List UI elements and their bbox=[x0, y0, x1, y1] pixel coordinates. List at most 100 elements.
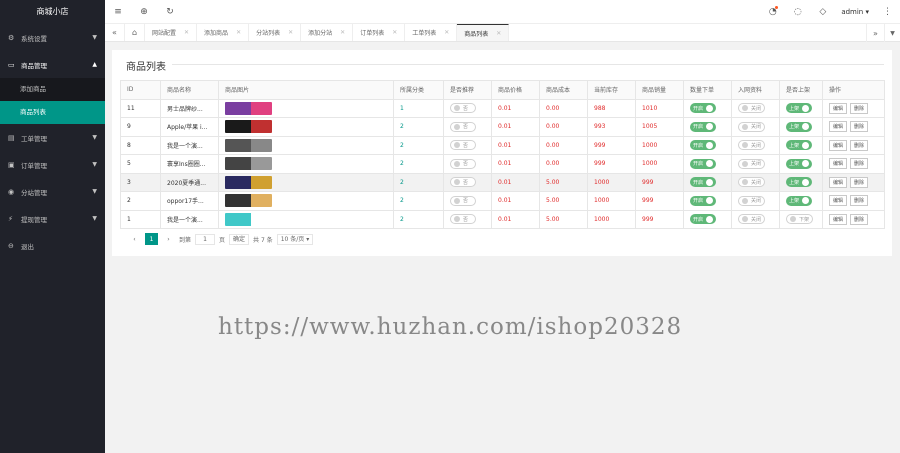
edit-button[interactable]: 编辑 bbox=[829, 139, 848, 151]
tab-scroll-right-icon[interactable]: » bbox=[866, 24, 884, 42]
delete-button[interactable]: 删除 bbox=[850, 139, 869, 151]
recommend-switch[interactable]: 否 bbox=[450, 195, 476, 206]
close-icon[interactable]: ✕ bbox=[340, 29, 345, 36]
home-icon[interactable]: ⌂ bbox=[125, 24, 145, 41]
recommend-switch[interactable]: 否 bbox=[450, 140, 476, 151]
network-switch[interactable]: 关闭 bbox=[738, 214, 766, 225]
close-icon[interactable]: ✕ bbox=[392, 29, 397, 36]
qty-order-switch[interactable]: 开启 bbox=[690, 103, 717, 114]
listed-switch[interactable]: 下架 bbox=[786, 214, 814, 225]
product-thumbnail[interactable] bbox=[225, 157, 272, 171]
delete-button[interactable]: 删除 bbox=[850, 195, 869, 207]
close-icon[interactable]: ✕ bbox=[236, 29, 241, 36]
goto-confirm-button[interactable]: 确定 bbox=[229, 233, 250, 245]
delete-button[interactable]: 删除 bbox=[850, 102, 869, 114]
table-row[interactable]: 9 Apple/苹果 i... 2 否 0.01 0.00 993 1005 开启 关闭 上架 编辑删… bbox=[120, 117, 885, 137]
tab-ticket-list[interactable]: 工单列表 ✕ bbox=[405, 24, 458, 41]
qty-order-switch[interactable]: 开启 bbox=[690, 158, 717, 169]
menu-toggle-icon[interactable]: ≡ bbox=[105, 7, 131, 17]
more-vertical-icon[interactable]: ⋮ bbox=[875, 7, 900, 17]
prev-page-button[interactable]: ‹ bbox=[128, 233, 141, 245]
qty-order-switch[interactable]: 开启 bbox=[690, 121, 717, 132]
product-thumbnail[interactable] bbox=[225, 120, 272, 134]
qty-order-switch[interactable]: 开启 bbox=[690, 195, 717, 206]
listed-switch[interactable]: 上架 bbox=[786, 158, 813, 169]
recommend-switch[interactable]: 否 bbox=[450, 103, 476, 114]
tab-substation-list[interactable]: 分站列表 ✕ bbox=[249, 24, 302, 41]
chevron-down-icon[interactable]: ▼ bbox=[884, 24, 900, 42]
network-switch[interactable]: 关闭 bbox=[738, 177, 766, 188]
listed-switch[interactable]: 上架 bbox=[786, 140, 813, 151]
per-page-select[interactable]: 10 条/页 ▾ bbox=[276, 233, 314, 245]
close-icon[interactable]: ✕ bbox=[288, 29, 293, 36]
table-row[interactable]: 5 寰享Ins圈圈... 2 否 0.01 0.00 999 1000 开启 关闭 上架 编辑 删除 bbox=[120, 154, 885, 174]
current-page[interactable]: 1 bbox=[145, 233, 158, 245]
sidebar-subitem-goods-list[interactable]: 商品列表 bbox=[0, 101, 105, 124]
close-icon[interactable]: ✕ bbox=[496, 30, 501, 37]
goto-label: 到第 bbox=[179, 236, 192, 244]
sidebar-item-goods[interactable]: ▭ 商品管理 ▲ bbox=[0, 51, 105, 78]
sidebar-item-system[interactable]: ⚙ 系统设置 ▼ bbox=[0, 24, 105, 51]
sidebar-subitem-add-goods[interactable]: 添加商品 bbox=[0, 78, 105, 101]
listed-switch[interactable]: 上架 bbox=[786, 177, 813, 188]
globe-icon[interactable]: ⊕ bbox=[131, 7, 157, 17]
theme-icon[interactable]: ◌ bbox=[785, 7, 810, 17]
sidebar-item-orders[interactable]: ▣ 订单管理 ▼ bbox=[0, 151, 105, 178]
recommend-switch[interactable]: 否 bbox=[450, 214, 476, 225]
product-thumbnail[interactable] bbox=[225, 101, 272, 115]
close-icon[interactable]: ✕ bbox=[444, 29, 449, 36]
qty-order-switch[interactable]: 开启 bbox=[690, 214, 717, 225]
product-thumbnail[interactable] bbox=[225, 175, 272, 189]
edit-button[interactable]: 编辑 bbox=[829, 102, 848, 114]
edit-button[interactable]: 编辑 bbox=[829, 176, 848, 188]
qty-order-switch[interactable]: 开启 bbox=[690, 140, 717, 151]
table-row[interactable]: 2 oppor17手... 2 否 0.01 5.00 1000 999 开启 关闭 上架 编辑 删除 bbox=[120, 191, 885, 211]
table-row[interactable]: 11 男士品牌纱... 1 否 0.01 0.00 988 1010 开启 关闭 上架 编辑 删除 bbox=[120, 98, 885, 118]
bell-icon[interactable]: ◔ bbox=[760, 6, 785, 17]
network-switch[interactable]: 关闭 bbox=[738, 103, 766, 114]
goto-page-input[interactable]: 1 bbox=[195, 233, 216, 245]
product-thumbnail[interactable] bbox=[225, 212, 272, 226]
cart-icon: ▭ bbox=[8, 60, 15, 69]
delete-button[interactable]: 删除 bbox=[850, 176, 869, 188]
sidebar-item-withdraw[interactable]: ⚡ 提现管理 ▼ bbox=[0, 205, 105, 232]
note-icon[interactable]: ◇ bbox=[810, 7, 835, 17]
edit-button[interactable]: 编辑 bbox=[829, 158, 848, 170]
sidebar-item-tickets[interactable]: ▤ 工单管理 ▼ bbox=[0, 124, 105, 151]
close-icon[interactable]: ✕ bbox=[184, 29, 189, 36]
next-page-button[interactable]: › bbox=[162, 233, 175, 245]
listed-switch[interactable]: 上架 bbox=[786, 121, 813, 132]
tab-site-config[interactable]: 网站配置 ✕ bbox=[145, 24, 198, 41]
network-switch[interactable]: 关闭 bbox=[738, 140, 766, 151]
delete-button[interactable]: 删除 bbox=[850, 158, 869, 170]
page-title: 商品列表 bbox=[120, 58, 172, 73]
table-row[interactable]: 8 我是一个演... 2 否 0.01 0.00 999 1000 开启 关闭 上架 编辑 删除 bbox=[120, 135, 885, 155]
tab-order-list[interactable]: 订单列表 ✕ bbox=[353, 24, 406, 41]
recommend-switch[interactable]: 否 bbox=[450, 158, 476, 169]
listed-switch[interactable]: 上架 bbox=[786, 103, 813, 114]
recommend-switch[interactable]: 否 bbox=[450, 121, 476, 132]
tab-scroll-left-icon[interactable]: « bbox=[105, 24, 125, 41]
network-switch[interactable]: 关闭 bbox=[738, 195, 766, 206]
edit-button[interactable]: 编辑 bbox=[829, 195, 848, 207]
product-thumbnail[interactable] bbox=[225, 194, 272, 208]
refresh-icon[interactable]: ↻ bbox=[157, 7, 183, 17]
network-switch[interactable]: 关闭 bbox=[738, 121, 766, 132]
table-row[interactable]: 3 2020夏季通... 2 否 0.01 5.00 1000 999 开启 关闭 上架 编辑 删除 bbox=[120, 172, 885, 192]
delete-button[interactable]: 删除 bbox=[850, 121, 869, 133]
edit-button[interactable]: 编辑 bbox=[829, 121, 848, 133]
listed-switch[interactable]: 上架 bbox=[786, 195, 813, 206]
sidebar-item-logout[interactable]: ⊖ 退出 bbox=[0, 232, 105, 259]
tab-goods-list[interactable]: 商品列表 ✕ bbox=[457, 24, 510, 41]
qty-order-switch[interactable]: 开启 bbox=[690, 177, 717, 188]
delete-button[interactable]: 删除 bbox=[850, 213, 869, 225]
tab-add-substation[interactable]: 添加分站 ✕ bbox=[301, 24, 354, 41]
recommend-switch[interactable]: 否 bbox=[450, 177, 476, 188]
user-menu[interactable]: admin ▾ bbox=[835, 8, 875, 16]
edit-button[interactable]: 编辑 bbox=[829, 213, 848, 225]
tab-add-goods[interactable]: 添加商品 ✕ bbox=[197, 24, 250, 41]
sidebar-item-substations[interactable]: ◉ 分站管理 ▼ bbox=[0, 178, 105, 205]
table-row[interactable]: 1 我是一个演... 2 否 0.01 5.00 1000 999 开启 关闭 下架 编辑 删除 bbox=[120, 209, 885, 229]
network-switch[interactable]: 关闭 bbox=[738, 158, 766, 169]
product-thumbnail[interactable] bbox=[225, 138, 272, 152]
